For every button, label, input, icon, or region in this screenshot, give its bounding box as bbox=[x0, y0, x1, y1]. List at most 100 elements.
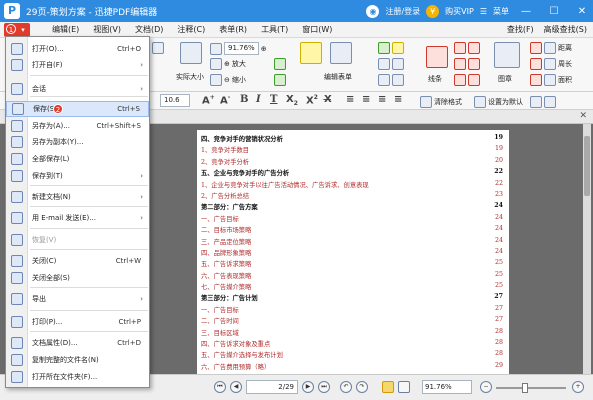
grow-font-button[interactable]: A+ bbox=[202, 94, 215, 106]
hand-tool-icon[interactable] bbox=[152, 42, 164, 54]
toc-entry[interactable]: 三、产品定位策略 24 bbox=[201, 237, 503, 248]
maximize-button[interactable]: ☐ bbox=[543, 6, 565, 17]
italic-button[interactable]: I bbox=[256, 94, 261, 105]
zoom-slider[interactable] bbox=[496, 387, 566, 389]
file-menu-button[interactable]: 1 ▾ bbox=[4, 22, 30, 37]
toc-entry[interactable]: 六、广告费用预算（略） 29 bbox=[201, 362, 503, 373]
toc-entry[interactable]: 第二部分：广告方案 24 bbox=[201, 202, 503, 213]
hamburger-icon[interactable]: ☰ bbox=[480, 7, 487, 16]
fit-page-icon[interactable] bbox=[210, 42, 222, 55]
fit-visible-icon[interactable] bbox=[210, 74, 222, 86]
clear-format-icon[interactable] bbox=[420, 96, 432, 108]
page-number-input[interactable]: 2/29 bbox=[246, 380, 298, 394]
toc-entry[interactable]: 七、广告媒介策略 25 bbox=[201, 282, 503, 293]
comment-icon[interactable] bbox=[392, 42, 404, 54]
subscript-button[interactable]: X2 bbox=[286, 94, 298, 107]
superscript-button[interactable]: X2 bbox=[306, 94, 318, 106]
continuous-page-icon[interactable] bbox=[398, 381, 410, 393]
menu-item-save[interactable]: 保存(S) 2 Ctrl+S bbox=[6, 101, 149, 117]
close-tab-icon[interactable]: ✕ bbox=[579, 111, 587, 121]
stamp-label[interactable]: 图章 bbox=[498, 74, 512, 84]
select-tool-icon[interactable] bbox=[300, 42, 322, 64]
perimeter-label[interactable]: 周长 bbox=[558, 59, 572, 69]
textbox-icon[interactable] bbox=[378, 58, 390, 70]
bold-button[interactable]: B bbox=[240, 94, 248, 105]
menu-item-folder[interactable]: 打开自(F) › bbox=[6, 57, 149, 73]
single-page-icon[interactable] bbox=[382, 381, 394, 393]
menu-label[interactable]: 菜单 bbox=[493, 6, 509, 17]
cloud-icon[interactable] bbox=[468, 58, 480, 70]
scrollbar-thumb[interactable] bbox=[584, 136, 590, 196]
menu-item-folder-open[interactable]: 打开(O)... Ctrl+O bbox=[6, 41, 149, 57]
text-color-icon[interactable] bbox=[530, 96, 542, 108]
polygon-icon[interactable] bbox=[454, 58, 466, 70]
actual-size-icon[interactable] bbox=[180, 42, 202, 64]
area-ruler-icon[interactable] bbox=[544, 74, 556, 86]
align-center-button[interactable]: ≡ bbox=[362, 94, 370, 105]
menu-item-copy-filename[interactable]: 复制完整的文件名(N) bbox=[6, 352, 149, 368]
menu-view[interactable]: 视图(V) bbox=[93, 24, 121, 35]
zoom-in-icon[interactable]: ⊕ bbox=[224, 60, 230, 68]
underline-button[interactable]: T bbox=[270, 94, 277, 105]
menu-item-open-folder[interactable]: 打开所在文件夹(F)... bbox=[6, 369, 149, 385]
format-options-icon[interactable] bbox=[544, 96, 556, 108]
menu-window[interactable]: 窗口(W) bbox=[302, 24, 332, 35]
zoom-in-label[interactable]: 放大 bbox=[232, 59, 246, 69]
vertical-scrollbar[interactable] bbox=[583, 124, 591, 374]
zoom-out-label[interactable]: 缩小 bbox=[232, 75, 246, 85]
align-right-button[interactable]: ≡ bbox=[378, 94, 386, 105]
menu-item-save-as[interactable]: 另存为(A)... Ctrl+Shift+S bbox=[6, 118, 149, 134]
menu-item-email[interactable]: 用 E-mail 发送(E)... › bbox=[6, 210, 149, 226]
menu-item-close-all[interactable]: 关闭全部(S) bbox=[6, 270, 149, 286]
status-zoom-select[interactable]: 91.76% bbox=[422, 380, 472, 394]
set-default-icon[interactable] bbox=[474, 96, 486, 108]
status-zoom-out-icon[interactable]: − bbox=[480, 381, 492, 393]
zoom-slider-handle[interactable] bbox=[522, 383, 528, 393]
audio-icon[interactable] bbox=[392, 74, 404, 86]
shrink-font-button[interactable]: A- bbox=[220, 94, 230, 106]
align-left-button[interactable]: ≡ bbox=[346, 94, 354, 105]
minimize-button[interactable]: — bbox=[515, 6, 537, 17]
ellipse-icon[interactable] bbox=[468, 42, 480, 54]
last-page-icon[interactable]: ⏭ bbox=[318, 381, 330, 393]
vip-icon[interactable]: ¥ bbox=[426, 4, 440, 18]
zoom-select[interactable]: 91.76% bbox=[224, 42, 259, 55]
toc-entry[interactable]: 1、企业与竞争对手以往广告活动情况、广告诉求、创意表现 22 bbox=[201, 180, 503, 191]
text-tool-icon[interactable] bbox=[378, 42, 390, 54]
pdf-page[interactable]: 四、竞争对手的营销状况分析 19 1、竞争对手数目 19 2、竞争对手分析 20 五、企业与… bbox=[197, 130, 509, 374]
attach-icon[interactable] bbox=[392, 58, 404, 70]
toc-entry[interactable]: 一、广告目标 24 bbox=[201, 214, 503, 225]
rectangle-icon[interactable] bbox=[454, 42, 466, 54]
toc-entry[interactable]: 五、广告媒介选择与发布计划 28 bbox=[201, 350, 503, 361]
zoom-in-circle-icon[interactable]: ⊕ bbox=[261, 45, 267, 53]
font-size-select[interactable]: 10.6 bbox=[160, 94, 190, 107]
set-default-label[interactable]: 设置为默认 bbox=[488, 97, 523, 107]
user-icon[interactable]: ◉ bbox=[366, 4, 380, 18]
actual-size-label[interactable]: 实际大小 bbox=[176, 72, 204, 82]
strikethrough-button[interactable]: X̶ bbox=[324, 94, 332, 105]
menu-item-new-document[interactable]: 新建文档(N) › bbox=[6, 189, 149, 205]
clear-format-label[interactable]: 清除格式 bbox=[434, 97, 462, 107]
callout-icon[interactable] bbox=[378, 74, 390, 86]
toc-entry[interactable]: 一、广告目标 27 bbox=[201, 305, 503, 316]
perimeter-ruler-icon[interactable] bbox=[544, 58, 556, 70]
justify-button[interactable]: ≡ bbox=[394, 94, 402, 105]
fit-width-icon[interactable] bbox=[210, 58, 222, 70]
menu-item-properties[interactable]: 文档属性(D)... Ctrl+D bbox=[6, 335, 149, 351]
pencil-icon[interactable] bbox=[468, 74, 480, 86]
ruler-icon[interactable] bbox=[544, 42, 556, 54]
close-window-button[interactable]: ✕ bbox=[571, 6, 593, 17]
menu-comment[interactable]: 注释(C) bbox=[177, 24, 205, 35]
toc-entry[interactable]: 第三部分：广告计划 27 bbox=[201, 293, 503, 304]
refresh-icon[interactable] bbox=[274, 74, 286, 86]
menu-item-session[interactable]: 会话 › bbox=[6, 81, 149, 97]
edit-form-label[interactable]: 编辑表单 bbox=[324, 72, 352, 82]
menu-form[interactable]: 表单(R) bbox=[219, 24, 247, 35]
menu-document[interactable]: 文档(D) bbox=[135, 24, 163, 35]
line-tool-icon[interactable] bbox=[426, 46, 448, 68]
zoom-out-icon[interactable]: ⊖ bbox=[224, 76, 230, 84]
toc-entry[interactable]: 四、竞争对手的营销状况分析 19 bbox=[201, 134, 503, 145]
distance-icon[interactable] bbox=[530, 42, 542, 54]
toc-entry[interactable]: 二、目标市场策略 24 bbox=[201, 225, 503, 236]
menu-tools[interactable]: 工具(T) bbox=[261, 24, 288, 35]
